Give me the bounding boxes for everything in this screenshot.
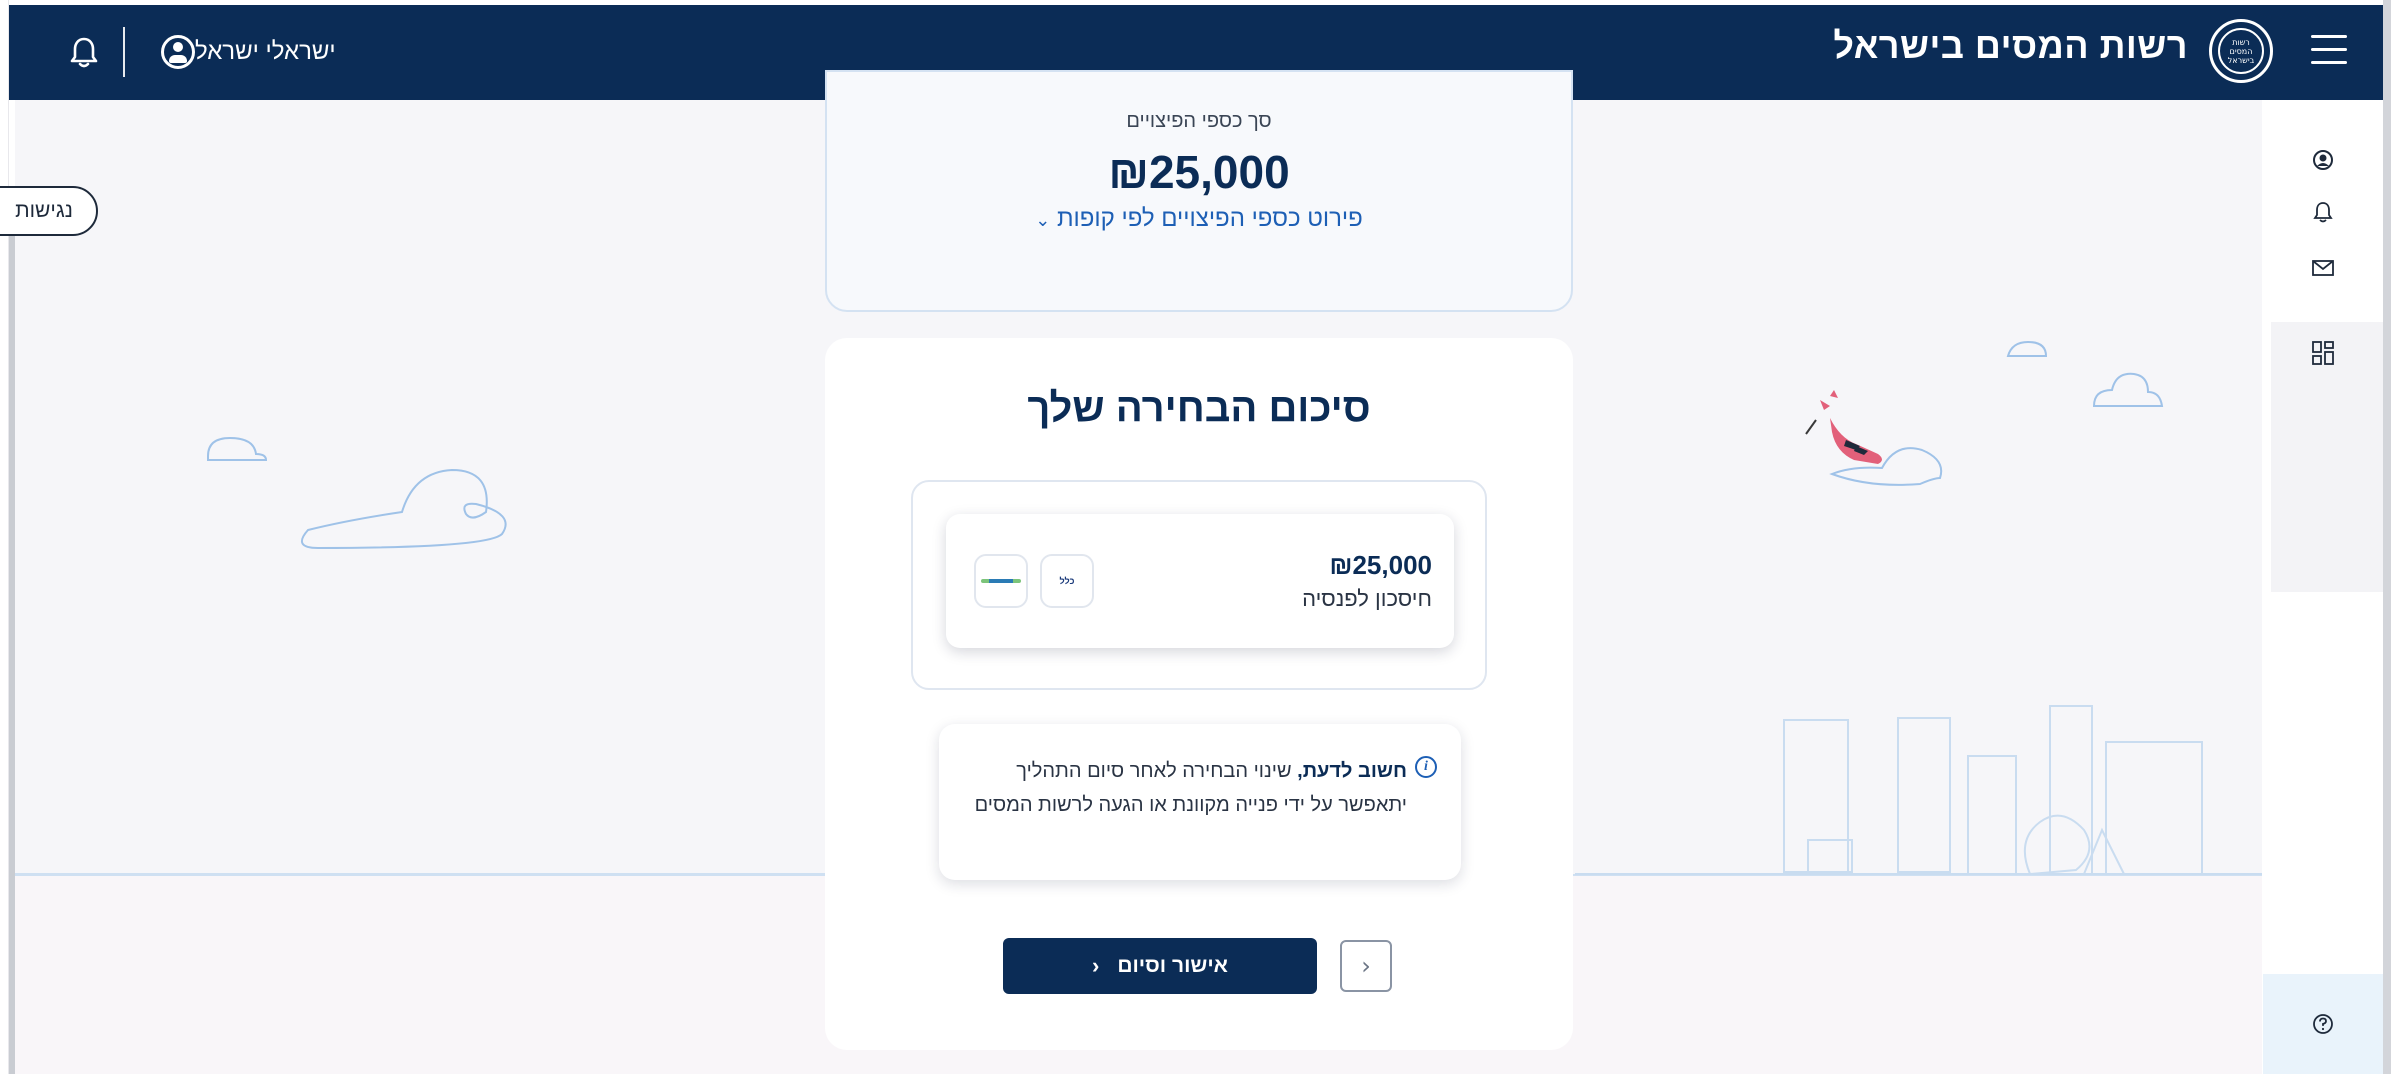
bell-icon[interactable]: [69, 35, 99, 69]
breakdown-link[interactable]: פירוט כספי הפיצויים לפי קופות ⌄: [827, 205, 1571, 233]
fund-card: ₪25,000 חיסכון לפנסיה כלל: [946, 514, 1454, 648]
summary-card: סיכום הבחירה שלך ₪25,000 חיסכון לפנסיה כ…: [825, 338, 1573, 1050]
fund-container: ₪25,000 חיסכון לפנסיה כלל: [911, 480, 1487, 690]
tax-authority-logo[interactable]: רשות המסים בישראל: [2209, 19, 2273, 83]
mail-icon[interactable]: [2311, 258, 2335, 278]
summary-title: סיכום הבחירה שלך: [1027, 386, 1371, 430]
menu-icon[interactable]: [2311, 35, 2347, 67]
side-rail: [2263, 100, 2383, 1074]
bell-icon[interactable]: [2312, 200, 2334, 224]
back-button[interactable]: ›: [1340, 940, 1392, 992]
accessibility-button[interactable]: נגישות: [0, 186, 98, 236]
header-divider: [123, 27, 125, 77]
help-icon[interactable]: [2311, 1012, 2335, 1036]
chevron-down-icon: ⌄: [1035, 210, 1051, 230]
severance-amount: ₪25,000: [1108, 146, 1290, 198]
right-frame: [2383, 0, 2391, 1074]
user-icon[interactable]: [2311, 148, 2335, 172]
info-icon: i: [1415, 756, 1437, 778]
confirm-button[interactable]: אישור וסיום ‹: [1003, 938, 1317, 994]
brand-title[interactable]: רשות המסים בישראל: [1833, 25, 2188, 67]
user-name[interactable]: ישראלי ישראל: [195, 38, 336, 66]
confirm-label: אישור וסיום: [1117, 954, 1228, 977]
notice-box: i חשוב לדעת, שינוי הבחירה לאחר סיום התהל…: [939, 724, 1461, 880]
notice-bold: חשוב לדעת,: [1297, 760, 1407, 782]
chevron-left-icon: ‹: [1092, 953, 1100, 978]
clal-logo: כלל: [1040, 554, 1094, 608]
severance-card: סך כספי הפיצויים ₪25,000 פירוט כספי הפיצ…: [825, 70, 1573, 312]
dashboard-icon[interactable]: [2311, 340, 2335, 366]
user-icon[interactable]: [161, 35, 195, 69]
notice-text: חשוב לדעת, שינוי הבחירה לאחר סיום התהליך…: [969, 754, 1407, 822]
fund-amount: ₪25,000: [1329, 550, 1432, 580]
left-frame: [0, 0, 15, 1074]
fund-type: חיסכון לפנסיה: [1302, 586, 1432, 611]
user-area: ישראלי ישראל: [69, 27, 336, 77]
fund-logo: [974, 554, 1028, 608]
logo-text: רשות המסים בישראל: [2218, 28, 2264, 74]
breakdown-link-label: פירוט כספי הפיצויים לפי קופות: [1056, 205, 1363, 232]
severance-label: סך כספי הפיצויים: [1126, 110, 1272, 132]
chevron-right-icon: ›: [1361, 952, 1371, 980]
